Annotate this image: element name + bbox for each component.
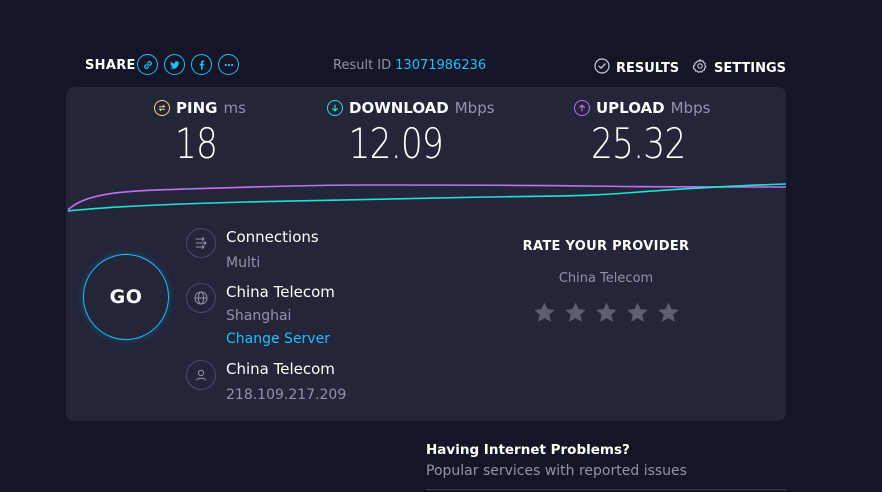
results-button[interactable]: RESULTS xyxy=(594,58,679,78)
server-info: China Telecom Shanghai Change Server xyxy=(186,283,335,348)
results-label: RESULTS xyxy=(616,60,680,76)
download-unit: Mbps xyxy=(454,99,495,117)
download-value: 12.09 xyxy=(348,119,444,168)
globe-icon xyxy=(186,283,216,313)
upload-arrow-icon xyxy=(574,100,590,116)
download-metric: DOWNLOAD Mbps 12.09 xyxy=(327,99,495,168)
star-icon[interactable] xyxy=(625,300,650,325)
upload-metric: UPLOAD Mbps 25.32 xyxy=(574,99,710,168)
star-icon[interactable] xyxy=(594,300,619,325)
isp-ip: 218.109.217.209 xyxy=(226,387,347,403)
result-id-value[interactable]: 13071986236 xyxy=(395,58,486,73)
ping-metric: PING ms 18 xyxy=(154,99,246,168)
link-icon[interactable] xyxy=(137,54,158,75)
facebook-icon[interactable] xyxy=(191,54,212,75)
isp-name: China Telecom xyxy=(226,360,335,378)
download-arrow-icon xyxy=(327,100,343,116)
star-icon[interactable] xyxy=(563,300,588,325)
download-graph-line xyxy=(67,183,786,212)
rate-provider-section: RATE YOUR PROVIDER China Telecom xyxy=(506,239,706,325)
download-header: DOWNLOAD Mbps xyxy=(327,99,495,117)
ping-icon xyxy=(154,100,170,116)
settings-label: SETTINGS xyxy=(714,60,787,76)
check-circle-icon xyxy=(594,58,610,78)
connections-icon xyxy=(186,228,216,258)
share-icons xyxy=(137,54,239,75)
rate-title: RATE YOUR PROVIDER xyxy=(522,239,690,254)
go-button[interactable]: GO xyxy=(83,254,169,340)
result-id: Result ID 13071986236 xyxy=(333,58,486,73)
star-icon[interactable] xyxy=(656,300,681,325)
ping-value: 18 xyxy=(174,119,218,168)
ping-label: PING xyxy=(176,99,218,117)
connections-label: Connections xyxy=(226,228,319,246)
isp-text: China Telecom 218.109.217.209 xyxy=(226,360,346,404)
divider xyxy=(426,489,786,490)
server-name: China Telecom xyxy=(226,283,335,301)
top-bar: SHARE Result ID 13071986236 RESULTS SETTI… xyxy=(0,0,882,86)
upload-unit: Mbps xyxy=(670,99,711,117)
isp-info: China Telecom 218.109.217.209 xyxy=(186,360,346,404)
ping-unit: ms xyxy=(223,99,246,117)
result-id-label: Result ID xyxy=(333,58,392,73)
problems-subtitle: Popular services with reported issues xyxy=(426,463,687,479)
twitter-icon[interactable] xyxy=(164,54,185,75)
upload-label: UPLOAD xyxy=(596,99,665,117)
connections-text: Connections Multi xyxy=(226,228,319,272)
result-panel: PING ms 18 DOWNLOAD Mbps 12.09 UPLOAD Mb… xyxy=(66,87,786,421)
download-label: DOWNLOAD xyxy=(349,99,449,117)
problems-title[interactable]: Having Internet Problems? xyxy=(426,442,687,458)
settings-button[interactable]: SETTINGS xyxy=(692,58,786,78)
server-text: China Telecom Shanghai Change Server xyxy=(226,283,335,348)
internet-problems: Having Internet Problems? Popular servic… xyxy=(426,442,687,479)
gear-icon xyxy=(692,58,708,78)
speed-graph xyxy=(67,183,786,212)
change-server-link[interactable]: Change Server xyxy=(226,330,335,348)
upload-header: UPLOAD Mbps xyxy=(574,99,710,117)
upload-value: 25.32 xyxy=(590,119,686,168)
connections-info: Connections Multi xyxy=(186,228,319,272)
star-rating xyxy=(506,300,706,325)
star-icon[interactable] xyxy=(532,300,557,325)
more-icon[interactable] xyxy=(218,54,239,75)
user-icon xyxy=(186,360,216,390)
ping-header: PING ms xyxy=(154,99,246,117)
connections-value: Multi xyxy=(226,255,261,271)
rate-provider-name: China Telecom xyxy=(558,271,654,286)
server-location: Shanghai xyxy=(226,308,292,324)
share-label: SHARE xyxy=(85,58,136,73)
